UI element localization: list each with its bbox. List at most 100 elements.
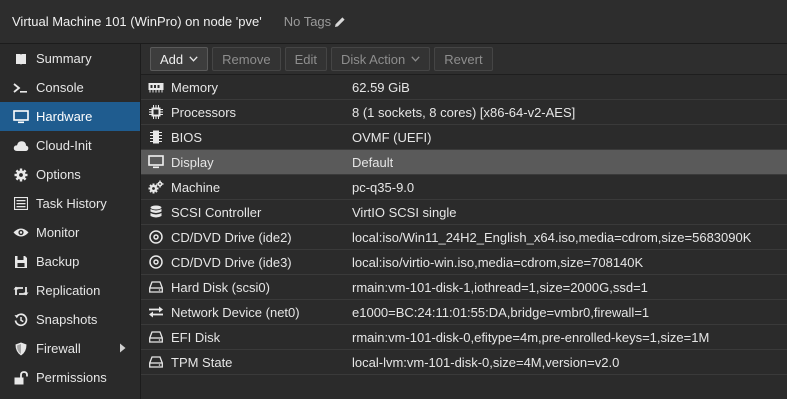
table-row[interactable]: BIOS OVMF (UEFI) [141, 125, 787, 150]
sidebar-item-options[interactable]: Options [0, 160, 140, 189]
tags-editor[interactable]: No Tags [284, 14, 346, 29]
sidebar-item-task-history[interactable]: Task History [0, 189, 140, 218]
disk-action-label: Disk Action [340, 51, 406, 67]
row-value: Default [352, 154, 394, 170]
sidebar-item-label: Replication [36, 283, 101, 298]
table-row[interactable]: CD/DVD Drive (ide2) local:iso/Win11_24H2… [141, 225, 787, 250]
sidebar-item-hardware[interactable]: Hardware [0, 102, 140, 131]
monitor-icon [12, 109, 30, 125]
sidebar-item-label: Snapshots [36, 312, 98, 327]
add-button[interactable]: Add [150, 47, 209, 71]
cogs-icon [141, 180, 171, 194]
row-name: Memory [171, 79, 218, 95]
cpu-icon [141, 105, 171, 119]
book-icon [12, 51, 30, 67]
table-row[interactable]: Processors 8 (1 sockets, 8 cores) [x86-6… [141, 100, 787, 125]
sidebar-item-label: Backup [36, 254, 80, 269]
table-row[interactable]: EFI Disk rmain:vm-101-disk-0,efitype=4m,… [141, 325, 787, 350]
remove-button[interactable]: Remove [212, 47, 281, 71]
sidebar-item-permissions[interactable]: Permissions [0, 363, 140, 392]
disk-action-button[interactable]: Disk Action [330, 47, 431, 71]
row-name: Machine [171, 179, 221, 195]
row-value: 62.59 GiB [352, 79, 410, 95]
edit-button[interactable]: Edit [284, 47, 327, 71]
exchange-icon [141, 306, 171, 318]
table-row[interactable]: Hard Disk (scsi0) rmain:vm-101-disk-1,io… [141, 275, 787, 300]
sidebar-item-label: Firewall [36, 341, 81, 356]
row-name: SCSI Controller [171, 204, 262, 220]
desktop-icon [141, 155, 171, 169]
history-icon [12, 312, 30, 328]
tags-label: No Tags [283, 14, 332, 29]
memory-icon [141, 82, 171, 93]
row-name: CD/DVD Drive (ide2) [171, 229, 292, 245]
chip-icon [141, 130, 171, 144]
sidebar-item-label: Task History [36, 196, 107, 211]
sidebar-item-firewall[interactable]: Firewall [0, 334, 140, 363]
revert-button[interactable]: Revert [434, 47, 493, 71]
table-row[interactable]: SCSI Controller VirtIO SCSI single [141, 200, 787, 225]
hdd-icon [141, 281, 171, 293]
sidebar-item-summary[interactable]: Summary [0, 44, 140, 73]
shield-icon [12, 341, 30, 357]
row-value: rmain:vm-101-disk-1,iothread=1,size=2000… [352, 279, 648, 295]
sidebar-item-replication[interactable]: Replication [0, 276, 140, 305]
cloud-icon [12, 138, 30, 154]
pencil-icon[interactable] [334, 16, 346, 28]
sidebar-item-label: Summary [36, 51, 92, 66]
row-name: Processors [171, 104, 237, 120]
sidebar-item-snapshots[interactable]: Snapshots [0, 305, 140, 334]
vm-title: Virtual Machine 101 (WinPro) on node 'pv… [12, 14, 262, 29]
row-value: pc-q35-9.0 [352, 179, 415, 195]
sidebar-item-label: Hardware [36, 109, 93, 124]
chevron-right-icon[interactable] [119, 343, 126, 353]
sidebar: Summary Console Hardware Cloud-Init Opti… [0, 44, 141, 399]
row-name: EFI Disk [171, 329, 221, 345]
cdrom-icon [141, 230, 171, 244]
table-row-selected[interactable]: Display Default [141, 150, 787, 175]
toolbar: Add Remove Edit Disk Action Revert [141, 44, 787, 75]
row-name: BIOS [171, 129, 203, 145]
gear-icon [12, 167, 30, 183]
table-row[interactable]: Machine pc-q35-9.0 [141, 175, 787, 200]
sidebar-item-label: Monitor [36, 225, 80, 240]
table-row[interactable]: CD/DVD Drive (ide3) local:iso/virtio-win… [141, 250, 787, 275]
table-row[interactable]: Network Device (net0) e1000=BC:24:11:01:… [141, 300, 787, 325]
retweet-icon [12, 283, 30, 299]
row-name: Display [171, 154, 214, 170]
hdd-icon [141, 331, 171, 343]
row-value: local:iso/virtio-win.iso,media=cdrom,siz… [352, 254, 644, 270]
row-value: VirtIO SCSI single [352, 204, 457, 220]
sidebar-item-label: Console [36, 80, 84, 95]
table-row[interactable]: TPM State local-lvm:vm-101-disk-0,size=4… [141, 350, 787, 375]
terminal-icon [12, 80, 30, 96]
hardware-grid: Memory 62.59 GiB Processors 8 (1 sockets… [141, 75, 787, 375]
eye-icon [12, 225, 30, 241]
floppy-icon [12, 254, 30, 270]
row-value: 8 (1 sockets, 8 cores) [x86-64-v2-AES] [352, 104, 576, 120]
hdd-icon [141, 356, 171, 368]
database-icon [141, 205, 171, 219]
chevron-down-icon [189, 56, 198, 62]
unlock-icon [12, 370, 30, 386]
sidebar-item-label: Permissions [36, 370, 107, 385]
row-name: Hard Disk (scsi0) [171, 279, 270, 295]
sidebar-item-label: Cloud-Init [36, 138, 92, 153]
chevron-down-icon [411, 56, 420, 62]
cdrom-icon [141, 255, 171, 269]
sidebar-item-cloud-init[interactable]: Cloud-Init [0, 131, 140, 160]
hardware-panel: Add Remove Edit Disk Action Revert Memor… [141, 44, 787, 399]
table-row[interactable]: Memory 62.59 GiB [141, 75, 787, 100]
row-value: local-lvm:vm-101-disk-0,size=4M,version=… [352, 354, 620, 370]
sidebar-item-monitor[interactable]: Monitor [0, 218, 140, 247]
row-value: local:iso/Win11_24H2_English_x64.iso,med… [352, 229, 752, 245]
list-icon [12, 196, 30, 212]
sidebar-item-backup[interactable]: Backup [0, 247, 140, 276]
sidebar-item-label: Options [36, 167, 81, 182]
row-value: rmain:vm-101-disk-0,efitype=4m,pre-enrol… [352, 329, 710, 345]
sidebar-item-console[interactable]: Console [0, 73, 140, 102]
row-name: Network Device (net0) [171, 304, 300, 320]
row-name: CD/DVD Drive (ide3) [171, 254, 292, 270]
row-value: OVMF (UEFI) [352, 129, 432, 145]
title-bar: Virtual Machine 101 (WinPro) on node 'pv… [0, 0, 787, 44]
